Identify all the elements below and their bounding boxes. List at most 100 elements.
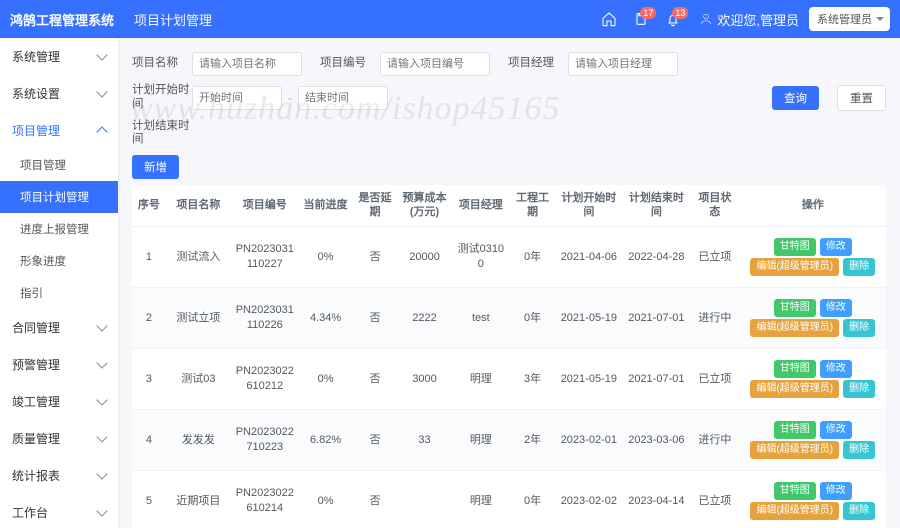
table-ops-cell: 甘特图修改编辑(超级管理员)删除 (740, 226, 886, 287)
op-gantt[interactable]: 甘特图 (774, 299, 816, 317)
table-cell: test (452, 287, 511, 348)
sidebar-group[interactable]: 预警管理 (0, 346, 118, 383)
op-gantt[interactable]: 甘特图 (774, 421, 816, 439)
op-delete[interactable]: 删除 (843, 441, 875, 459)
table-cell: PN2023031110227 (231, 226, 299, 287)
table-row: 5近期项目PN20230226102140%否明理0年2023-02-02202… (132, 470, 886, 528)
op-delete[interactable]: 删除 (843, 380, 875, 398)
user-icon (699, 12, 713, 26)
table-cell: 3000 (398, 348, 452, 409)
table-row: 3测试03PN20230226102120%否3000明理3年2021-05-1… (132, 348, 886, 409)
badge-alerts: 13 (672, 7, 688, 19)
table-cell: 明理 (452, 409, 511, 470)
table-cell: 否 (353, 470, 398, 528)
op-edit[interactable]: 修改 (820, 238, 852, 256)
brand-title: 鸿鹄工程管理系统 (10, 10, 114, 29)
content-panel: 项目名称 项目编号 项目经理 计划开始时间 - 查询 重置 (118, 38, 900, 528)
table-header-cell: 项目编号 (231, 185, 299, 226)
op-delete[interactable]: 删除 (843, 258, 875, 276)
filter-manager-input[interactable] (568, 52, 678, 76)
op-gantt[interactable]: 甘特图 (774, 238, 816, 256)
filter-end-label: 计划结束时间 (132, 120, 192, 148)
sidebar-item[interactable]: 形象进度 (0, 245, 118, 277)
sidebar-group[interactable]: 竣工管理 (0, 383, 118, 420)
search-button[interactable]: 查询 (772, 86, 819, 110)
data-table: 序号项目名称项目编号当前进度是否延期预算成本(万元)项目经理工程工期计划开始时间… (132, 185, 886, 528)
add-button[interactable]: 新增 (132, 155, 179, 179)
table-header-cell: 序号 (132, 185, 166, 226)
op-edit[interactable]: 修改 (820, 360, 852, 378)
table-cell: 2022-04-28 (623, 226, 691, 287)
table-cell: 33 (398, 409, 452, 470)
table-cell: PN2023022610214 (231, 470, 299, 528)
table-cell: PN2023022610212 (231, 348, 299, 409)
op-edit-admin[interactable]: 编辑(超级管理员) (750, 258, 839, 276)
sidebar-group[interactable]: 质量管理 (0, 420, 118, 457)
table-cell: 0% (299, 348, 353, 409)
table-cell: 3 (132, 348, 166, 409)
header-module-title: 项目计划管理 (134, 10, 212, 29)
sidebar-item[interactable]: 项目管理 (0, 149, 118, 181)
table-cell: 明理 (452, 348, 511, 409)
sidebar-group[interactable]: 工作台 (0, 494, 118, 528)
op-gantt[interactable]: 甘特图 (774, 482, 816, 500)
sidebar-group[interactable]: 项目管理 (0, 112, 118, 149)
table-cell: 测试03 (166, 348, 231, 409)
table-header-cell: 计划结束时间 (623, 185, 691, 226)
table-header-cell: 预算成本(万元) (398, 185, 452, 226)
table-cell: 0年 (510, 470, 555, 528)
table-cell: 进行中 (690, 287, 740, 348)
table-cell (398, 470, 452, 528)
table-header-cell: 当前进度 (299, 185, 353, 226)
sidebar-group[interactable]: 系统管理 (0, 38, 118, 75)
table-cell: 测试流入 (166, 226, 231, 287)
filter-start-input[interactable] (192, 86, 282, 110)
op-edit-admin[interactable]: 编辑(超级管理员) (750, 502, 839, 520)
sidebar-item[interactable]: 进度上报管理 (0, 213, 118, 245)
table-cell: 2023-02-01 (555, 409, 623, 470)
table-cell: 已立项 (690, 226, 740, 287)
filter-start-input-2[interactable] (298, 86, 388, 110)
op-edit-admin[interactable]: 编辑(超级管理员) (750, 319, 839, 337)
sidebar-group[interactable]: 统计报表 (0, 457, 118, 494)
op-edit-admin[interactable]: 编辑(超级管理员) (750, 380, 839, 398)
filter-manager-label: 项目经理 (508, 57, 568, 71)
sidebar-item[interactable]: 指引 (0, 277, 118, 309)
table-cell: 发发发 (166, 409, 231, 470)
table-cell: PN2023022710223 (231, 409, 299, 470)
sidebar-group[interactable]: 系统设置 (0, 75, 118, 112)
table-cell: 20000 (398, 226, 452, 287)
op-delete[interactable]: 删除 (843, 319, 875, 337)
filter-name-input[interactable] (192, 52, 302, 76)
date-separator-icon: - (288, 91, 292, 105)
filter-code-input[interactable] (380, 52, 490, 76)
role-select[interactable]: 系统管理员 (809, 7, 890, 31)
op-edit-admin[interactable]: 编辑(超级管理员) (750, 441, 839, 459)
chevron-down-icon (96, 468, 107, 479)
op-edit[interactable]: 修改 (820, 482, 852, 500)
table-cell: 已立项 (690, 470, 740, 528)
chevron-down-icon (96, 505, 107, 516)
op-delete[interactable]: 删除 (843, 502, 875, 520)
sidebar-item[interactable]: 项目计划管理 (0, 181, 118, 213)
table-header-cell: 是否延期 (353, 185, 398, 226)
table-cell: 否 (353, 409, 398, 470)
op-gantt[interactable]: 甘特图 (774, 360, 816, 378)
chevron-down-icon (96, 431, 107, 442)
table-cell: 2222 (398, 287, 452, 348)
table-cell: 已立项 (690, 348, 740, 409)
table-header-cell: 计划开始时间 (555, 185, 623, 226)
filter-name-label: 项目名称 (132, 57, 192, 71)
home-icon[interactable] (601, 11, 617, 27)
app-header: 鸿鹄工程管理系统 项目计划管理 17 13 欢迎您,管理员 系统管理员 (0, 0, 900, 38)
table-header-cell: 操作 (740, 185, 886, 226)
clipboard-icon[interactable]: 17 (633, 11, 649, 27)
filter-start-label: 计划开始时间 (132, 84, 192, 112)
table-ops-cell: 甘特图修改编辑(超级管理员)删除 (740, 409, 886, 470)
bell-icon[interactable]: 13 (665, 11, 681, 27)
table-row: 1测试流入PN20230311102270%否20000测试031000年202… (132, 226, 886, 287)
op-edit[interactable]: 修改 (820, 299, 852, 317)
op-edit[interactable]: 修改 (820, 421, 852, 439)
sidebar-group[interactable]: 合同管理 (0, 309, 118, 346)
reset-button[interactable]: 重置 (837, 85, 886, 111)
